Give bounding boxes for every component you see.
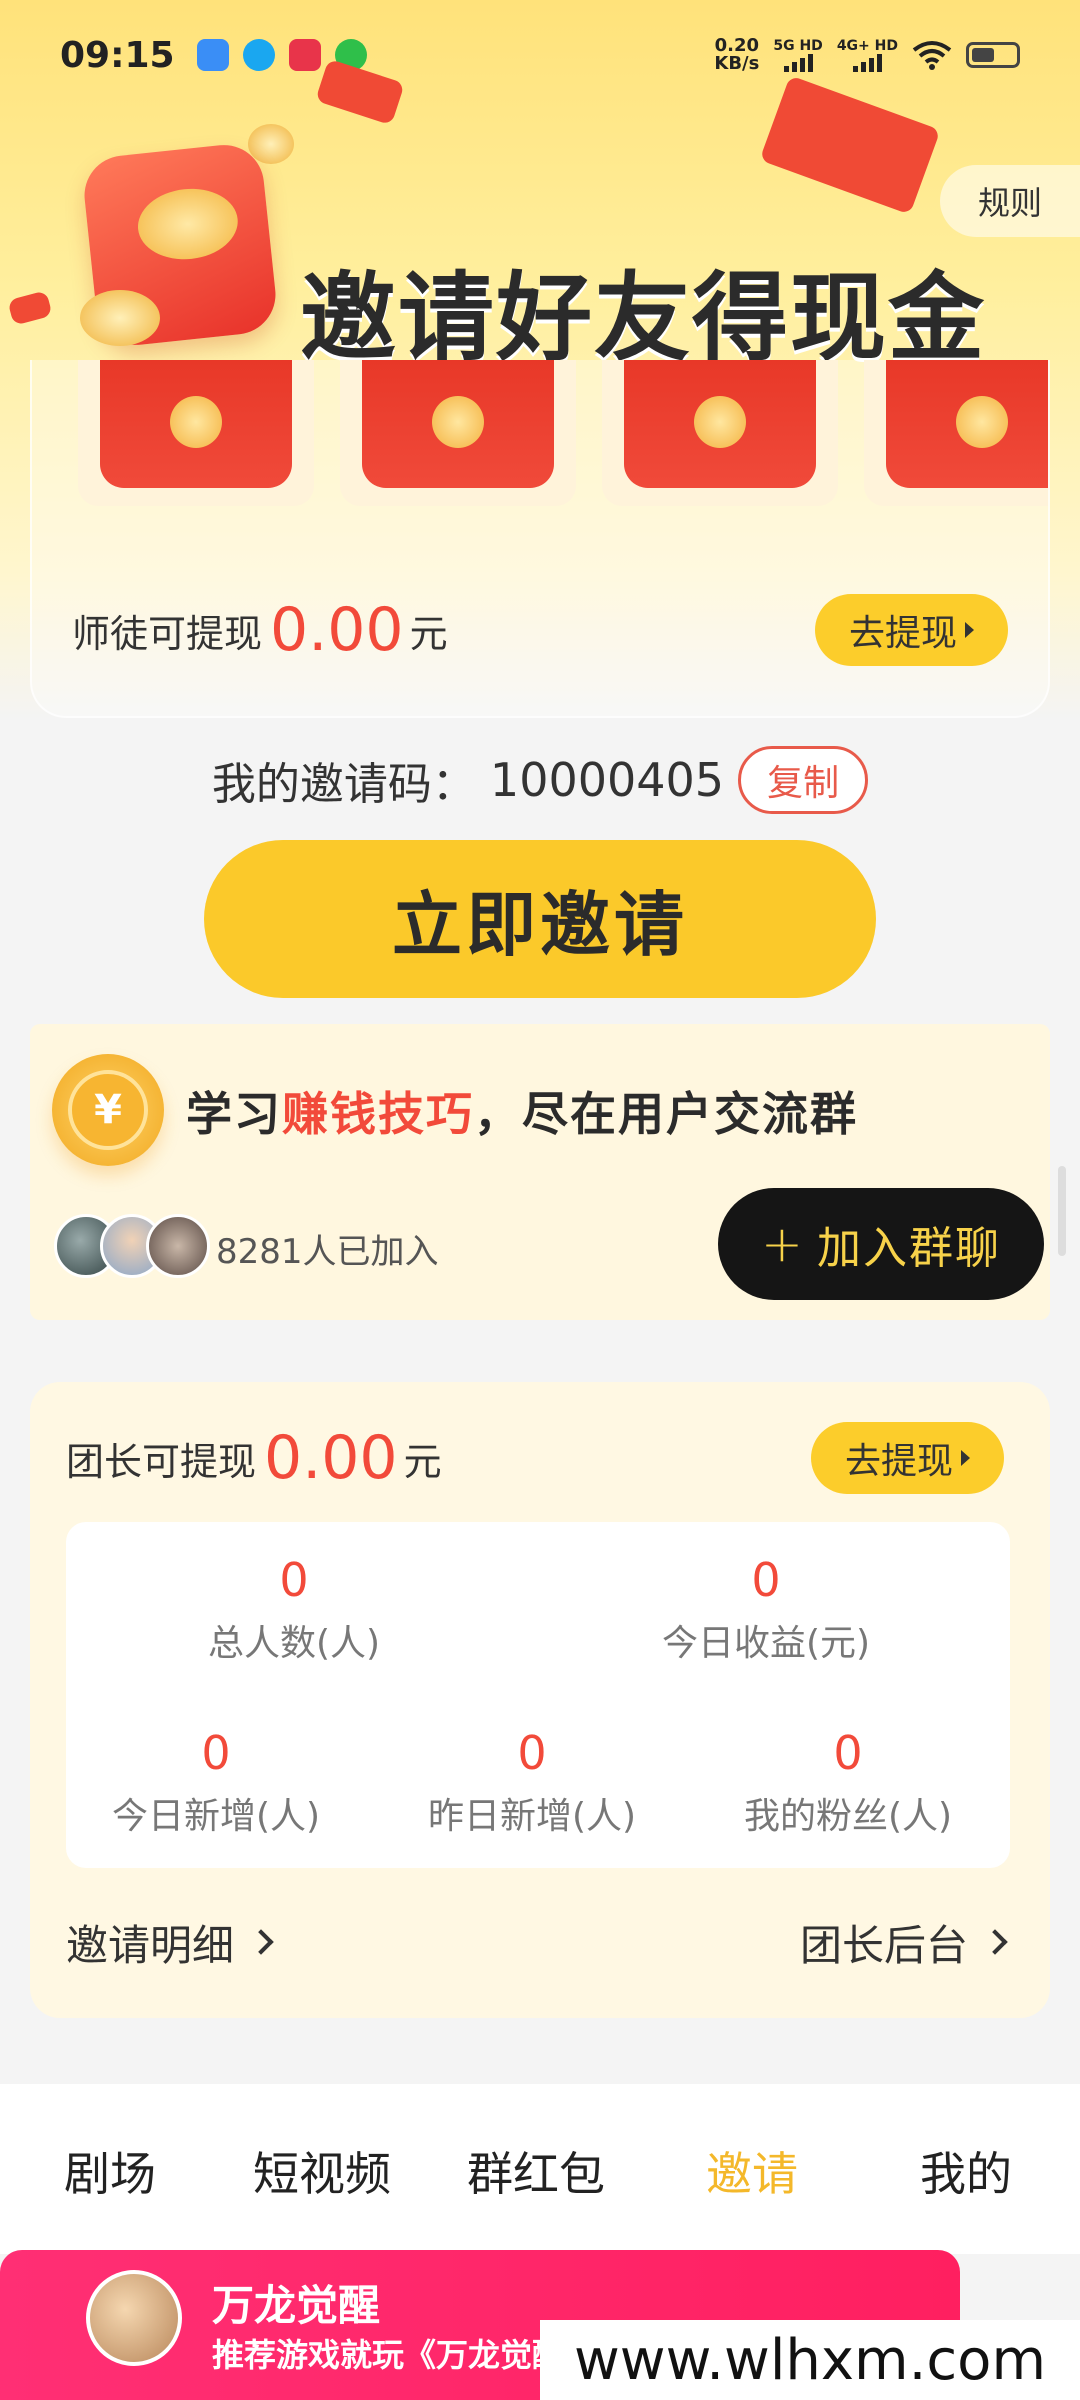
disciple-withdraw-button[interactable]: 去提现: [814, 594, 1008, 666]
game-subtitle: 推荐游戏就玩《万龙觉醒》: [212, 2336, 597, 2374]
nav-item-group-redpacket[interactable]: 群红包: [467, 2138, 605, 2204]
chevron-right-icon: [248, 1929, 274, 1955]
reward-envelope[interactable]: [602, 360, 838, 506]
team-stats-panel: 0 总人数(人) 0 今日收益(元) 0 今日新增(人) 0 昨日新增(人) 0…: [66, 1522, 1010, 1868]
team-leader-card: 团长可提现 0.00 元 去提现 0 总人数(人) 0 今日收益(元) 0 今日…: [30, 1382, 1050, 2018]
stat-total-people: 0 总人数(人): [207, 1553, 381, 1664]
scrollbar[interactable]: [1058, 1166, 1066, 1256]
page-hero-title: 邀请好友得现金: [300, 262, 986, 374]
disciple-withdraw-amount: 0.00: [270, 595, 404, 665]
chevron-right-icon: [982, 1929, 1008, 1955]
currency-unit: 元: [403, 1439, 442, 1484]
stat-today-income: 0 今日收益(元): [661, 1553, 871, 1664]
invite-code-label: 我的邀请码：: [211, 759, 476, 810]
reward-envelope[interactable]: [340, 360, 576, 506]
join-group-button[interactable]: + 加入群聊: [718, 1188, 1044, 1300]
team-withdraw-label: 团长可提现: [66, 1439, 257, 1484]
disciple-withdraw-row: 师徒可提现 0.00 元 去提现: [72, 590, 1008, 670]
coin-decoration: [80, 290, 160, 346]
caret-right-icon: [965, 622, 974, 638]
nav-item-mine[interactable]: 我的: [920, 2138, 1012, 2204]
stat-yesterday-new: 0 昨日新增(人): [427, 1726, 637, 1837]
invite-detail-link[interactable]: 邀请明细: [66, 1912, 274, 1973]
stat-today-new: 0 今日新增(人): [111, 1726, 321, 1837]
disciple-withdraw-label: 师徒可提现: [72, 611, 263, 656]
network-speed: 0.20 KB/s: [714, 35, 760, 74]
currency-unit: 元: [409, 611, 448, 656]
member-avatars: [54, 1214, 210, 1278]
signal-sim1-icon: 5G HD: [773, 38, 823, 72]
reward-envelope-strip: [78, 360, 1048, 510]
nav-item-invite[interactable]: 邀请: [706, 2138, 798, 2204]
rules-button[interactable]: 规则: [940, 165, 1080, 237]
invite-code-row: 我的邀请码： 10000405 复制: [0, 745, 1080, 815]
status-time: 09:15: [60, 34, 175, 76]
yuan-coin-icon: ¥: [52, 1054, 164, 1166]
status-bar: 09:15 0.20 KB/s 5G HD 4G+ HD: [0, 0, 1080, 110]
nav-item-theater[interactable]: 剧场: [64, 2138, 156, 2204]
plus-icon: +: [761, 1215, 805, 1273]
game-title: 万龙觉醒: [212, 2281, 381, 2330]
game-avatar: [86, 2270, 182, 2366]
reward-envelope[interactable]: [864, 360, 1048, 506]
app-icon-red: [288, 39, 321, 71]
stat-my-fans: 0 我的粉丝(人): [743, 1726, 953, 1837]
nav-item-short-video[interactable]: 短视频: [253, 2138, 391, 2204]
reward-envelope[interactable]: [78, 360, 314, 506]
members-count: 8281人已加入: [216, 1232, 439, 1272]
invite-now-button[interactable]: 立即邀请: [204, 840, 876, 998]
disciple-withdraw-card: 师徒可提现 0.00 元 去提现: [30, 360, 1050, 718]
copy-code-button[interactable]: 复制: [738, 746, 869, 814]
invite-code-value: 10000405: [489, 753, 725, 807]
qq-icon: [242, 39, 275, 71]
user-group-card: ¥ 学习赚钱技巧，尽在用户交流群 8281人已加入 + 加入群聊: [30, 1024, 1050, 1320]
wifi-icon: [912, 41, 952, 70]
bottom-nav: 剧场 短视频 群红包 邀请 我的: [0, 2084, 1080, 2254]
coin-decoration: [248, 124, 294, 164]
team-withdraw-row: 团长可提现 0.00 元 去提现: [66, 1418, 1004, 1498]
app-icon-blue: [196, 39, 229, 71]
team-withdraw-amount: 0.00: [264, 1423, 398, 1493]
battery-icon: [966, 42, 1020, 68]
team-withdraw-button[interactable]: 去提现: [810, 1422, 1004, 1494]
avatar: [146, 1214, 210, 1278]
watermark: www.wlhxm.com: [540, 2320, 1080, 2400]
caret-right-icon: [961, 1450, 970, 1466]
leader-backend-link[interactable]: 团长后台: [800, 1912, 1008, 1973]
signal-sim2-icon: 4G+ HD: [837, 38, 898, 72]
group-title: 学习赚钱技巧，尽在用户交流群: [186, 1087, 858, 1141]
